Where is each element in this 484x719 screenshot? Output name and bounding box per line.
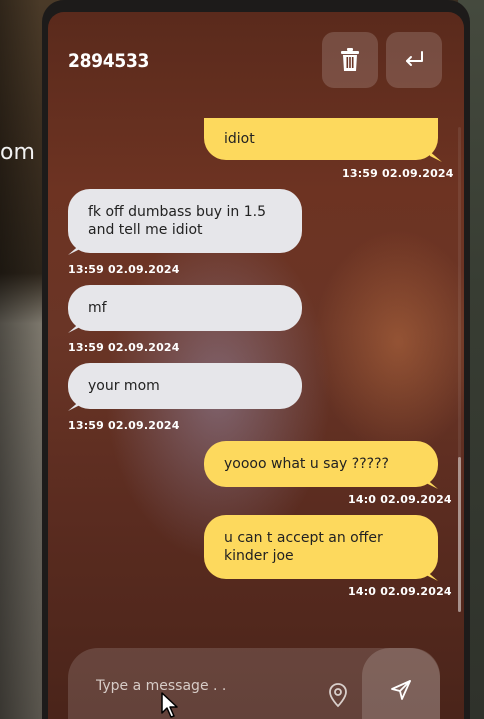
- message-timestamp: 13:59 02.09.2024: [68, 341, 180, 354]
- back-button[interactable]: [386, 32, 442, 88]
- message-timestamp: 13:59 02.09.2024: [68, 263, 180, 276]
- mouse-cursor-icon: [161, 692, 178, 718]
- return-arrow-icon: [406, 51, 423, 66]
- bubble-tail: [424, 569, 438, 581]
- message-text: fk off dumbass buy in 1.5 and tell me id…: [88, 204, 267, 238]
- send-icon: [391, 679, 411, 700]
- messages-scrollbar[interactable]: [458, 127, 461, 612]
- chat-screen: 2894533 idiot 13:59 02.09.2024 fk off du…: [48, 12, 464, 719]
- message-text: yoooo what u say ?????: [224, 456, 389, 472]
- message-timestamp: 13:59 02.09.2024: [68, 419, 180, 432]
- message-composer: [68, 648, 440, 719]
- location-pin-icon: [329, 683, 347, 708]
- message-timestamp: 14:0 02.09.2024: [348, 493, 452, 506]
- bubble-tail: [428, 150, 442, 162]
- message-text: u can t accept an offer kinder joe: [224, 530, 383, 564]
- phone-frame: 2894533 idiot 13:59 02.09.2024 fk off du…: [42, 0, 470, 719]
- message-bubble-outgoing: u can t accept an offer kinder joe: [204, 515, 438, 579]
- message-bubble-outgoing: idiot: [204, 118, 438, 160]
- send-button[interactable]: [362, 648, 440, 719]
- message-bubble-incoming: your mom: [68, 363, 302, 409]
- message-timestamp: 14:0 02.09.2024: [348, 585, 452, 598]
- message-text: idiot: [224, 131, 255, 147]
- bubble-tail: [68, 399, 82, 411]
- message-bubble-incoming: fk off dumbass buy in 1.5 and tell me id…: [68, 189, 302, 253]
- message-text: your mom: [88, 378, 160, 394]
- message-bubble-incoming: mf: [68, 285, 302, 331]
- bubble-tail: [68, 321, 82, 333]
- scrollbar-thumb[interactable]: [458, 457, 461, 612]
- message-input[interactable]: [96, 678, 316, 694]
- message-timestamp: 13:59 02.09.2024: [342, 167, 454, 180]
- bubble-tail: [424, 477, 438, 489]
- trash-icon: [341, 48, 359, 71]
- chat-contact-number: 2894533: [68, 50, 150, 72]
- bubble-tail: [68, 243, 82, 255]
- share-location-button[interactable]: [326, 682, 350, 708]
- message-text: mf: [88, 300, 107, 316]
- message-bubble-outgoing: yoooo what u say ?????: [204, 441, 438, 487]
- delete-chat-button[interactable]: [322, 32, 378, 88]
